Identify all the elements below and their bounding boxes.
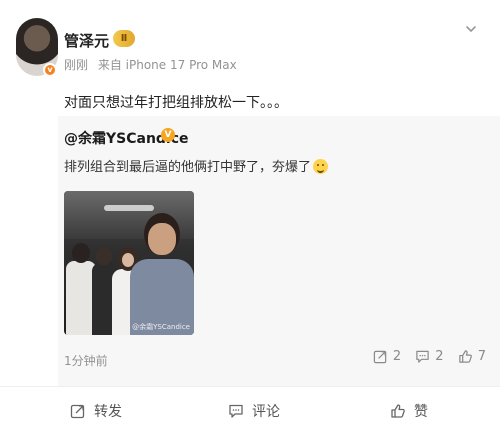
comment-button[interactable]: 评论: [228, 401, 280, 421]
thumbs-up-icon: [458, 350, 472, 363]
verified-badge: v: [43, 63, 57, 77]
repost-time: 1分钟前: [64, 354, 108, 368]
weibo-post-card: v 管泽元 Ⅱ 刚刚 来自 iPhone 17 Pro Max 对面只想过年打把…: [0, 0, 500, 440]
username[interactable]: 管泽元: [64, 30, 109, 51]
repost-text-content: 排列组合到最后逼的他俩打中野了，夯爆了: [64, 160, 312, 175]
like-label: 赞: [414, 404, 428, 420]
post-time: 刚刚: [64, 58, 89, 72]
action-bar: 转发 评论 赞: [0, 387, 500, 440]
chevron-down-icon[interactable]: [464, 22, 478, 36]
repost-image[interactable]: @余霜YSCandice: [64, 191, 194, 335]
post-meta: 刚刚 来自 iPhone 17 Pro Max: [64, 56, 237, 73]
repost-icon: [373, 350, 387, 364]
repost-count: 2: [392, 349, 402, 364]
comment-count: 2: [435, 349, 444, 364]
photo-person-head: [72, 243, 90, 263]
post-text: 对面只想过年打把组排放松一下。。。: [64, 95, 288, 111]
photo-person-head: [96, 247, 112, 265]
repost-button[interactable]: 转发: [70, 401, 122, 421]
photo-light: [104, 205, 154, 211]
repost-text: 排列组合到最后逼的他俩打中野了，夯爆了: [64, 156, 329, 175]
reposted-content[interactable]: @余霜YSCandice V 排列组合到最后逼的他俩打中野了，夯爆了 @余霜YS…: [58, 116, 500, 386]
comment-icon: [229, 404, 243, 418]
repost-icon: [70, 404, 85, 419]
thumbs-up-icon: [391, 404, 405, 418]
crying-laughing-emoji-icon: [313, 159, 329, 174]
like-button[interactable]: 赞: [390, 401, 428, 421]
repost-count-button[interactable]: 2: [373, 349, 401, 364]
like-count-button[interactable]: 7: [458, 349, 486, 364]
comment-label: 评论: [252, 404, 280, 420]
comment-count-button[interactable]: 2: [415, 349, 444, 364]
like-count: 7: [477, 349, 486, 364]
verified-icon: V: [161, 128, 175, 142]
repost-stats: 2 2 7: [363, 349, 486, 368]
image-watermark: @余霜YSCandice: [132, 323, 190, 331]
photo-person-face: [122, 253, 134, 267]
photo-person-face: [148, 223, 176, 255]
repost-label: 转发: [94, 404, 122, 420]
comment-icon: [416, 350, 430, 363]
vip-level-badge[interactable]: Ⅱ: [113, 30, 135, 47]
post-source: 来自 iPhone 17 Pro Max: [97, 58, 237, 72]
